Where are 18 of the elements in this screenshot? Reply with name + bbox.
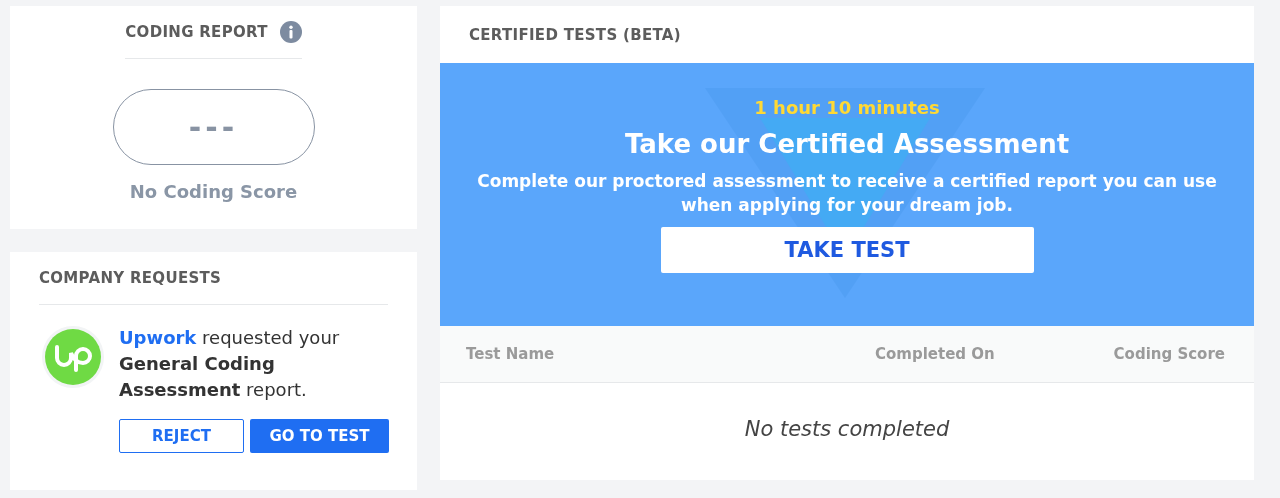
go-to-test-button[interactable]: GO TO TEST (250, 419, 389, 453)
info-icon[interactable] (279, 21, 302, 43)
score-label: No Coding Score (129, 181, 298, 202)
company-link[interactable]: Upwork (119, 327, 197, 348)
request-text: Upwork requested your General Coding Assessment report. (119, 326, 341, 402)
logo-icon (41, 325, 105, 389)
take-test-button[interactable]: TAKE TEST (660, 227, 1034, 273)
banner-description: Complete our proctored assessment to receive a certified report you can use when applying for your dream job. (476, 170, 1218, 217)
reject-button[interactable]: REJECT (119, 419, 244, 453)
card-title: CERTIFIED TESTS (BETA) (469, 25, 681, 44)
column-header: Completed On (875, 345, 995, 363)
empty-message: No tests completed (743, 416, 951, 441)
card-title: CODING REPORT (125, 23, 268, 41)
column-header: Coding Score (1113, 345, 1225, 363)
duration-text: 1 hour 10 minutes (754, 97, 940, 118)
banner-heading: Take our Certified Assessment (624, 129, 1070, 159)
card-title: COMPANY REQUESTS (39, 269, 222, 287)
column-header: Test Name (466, 345, 556, 363)
